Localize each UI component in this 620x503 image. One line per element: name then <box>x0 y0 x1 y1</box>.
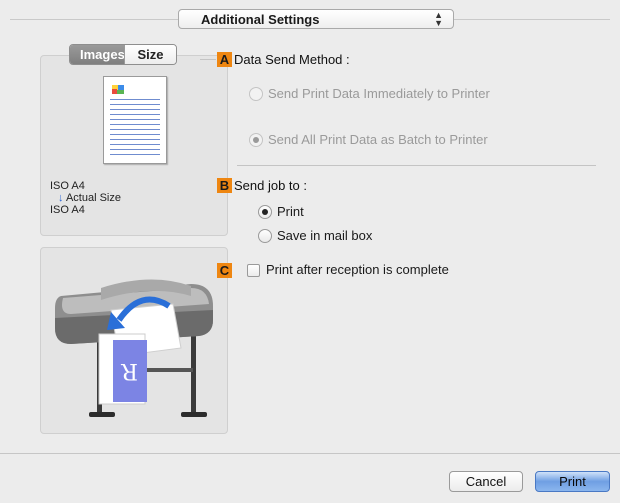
data-send-method-title: Data Send Method : <box>234 52 350 67</box>
radio-dot <box>253 137 259 143</box>
page-preview <box>103 76 167 164</box>
radio-dot <box>262 209 268 215</box>
print-after-reception-checkbox[interactable] <box>247 264 260 277</box>
panel-select-label: Additional Settings <box>201 12 320 27</box>
text-line <box>110 124 160 125</box>
text-line <box>110 129 160 130</box>
badge-b: B <box>217 178 232 193</box>
radio-save-mailbox[interactable] <box>258 229 272 243</box>
radio-send-batch[interactable] <box>249 133 263 147</box>
header-divider-right <box>454 19 610 20</box>
text-line <box>110 134 160 135</box>
radio-save-mailbox-label: Save in mail box <box>277 228 373 243</box>
radio-send-immediately[interactable] <box>249 87 263 101</box>
text-line <box>110 114 160 115</box>
scale-label: Actual Size <box>65 192 121 204</box>
badge-a: A <box>217 52 232 67</box>
text-line <box>110 104 160 105</box>
text-line <box>110 99 160 100</box>
preview-tabs: Images Size <box>69 44 177 65</box>
paper-from: ISO A4 <box>50 180 85 192</box>
radio-send-batch-label: Send All Print Data as Batch to Printer <box>268 132 488 147</box>
send-job-to-title: Send job to : <box>234 178 307 193</box>
radio-print[interactable] <box>258 205 272 219</box>
tab-size[interactable]: Size <box>124 45 176 64</box>
section-divider <box>237 165 596 166</box>
text-line <box>110 154 160 155</box>
text-line <box>110 139 160 140</box>
text-line <box>110 144 160 145</box>
svg-text:R: R <box>120 358 138 383</box>
print-button[interactable]: Print <box>535 471 610 492</box>
printer-illustration-panel: R <box>40 247 228 434</box>
updown-arrows-icon: ▲ ▼ <box>434 10 443 28</box>
badge-c: C <box>217 263 232 278</box>
radio-print-label: Print <box>277 204 304 219</box>
text-line <box>110 109 160 110</box>
large-format-printer-icon: R <box>55 279 213 417</box>
print-after-reception-label: Print after reception is complete <box>266 262 449 277</box>
panel-select[interactable]: Additional Settings ▲ ▼ <box>178 9 454 29</box>
text-line <box>110 119 160 120</box>
down-arrow-icon: ↓ <box>58 192 64 204</box>
radio-send-immediately-label: Send Print Data Immediately to Printer <box>268 86 490 101</box>
bottom-divider <box>0 453 620 454</box>
cancel-button[interactable]: Cancel <box>449 471 523 492</box>
header-divider-left <box>10 19 178 20</box>
scale-row: ↓ Actual Size <box>58 192 121 204</box>
text-line <box>110 149 160 150</box>
tab-images[interactable]: Images <box>70 45 125 64</box>
image-thumbnail-icon <box>112 85 124 94</box>
section-a-rule <box>200 59 216 60</box>
paper-to: ISO A4 <box>50 204 85 216</box>
